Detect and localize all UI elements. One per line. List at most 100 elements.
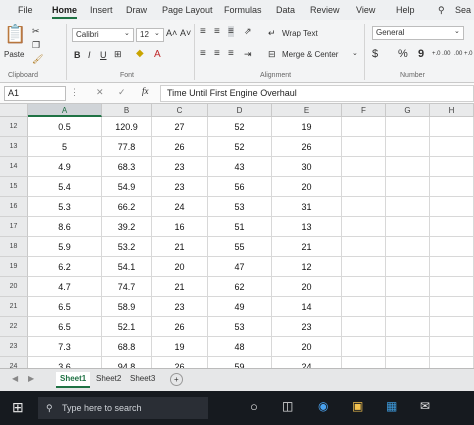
comma-button[interactable]: 9 bbox=[418, 48, 424, 60]
increase-decimal-button[interactable]: +.0 .00 bbox=[432, 51, 451, 57]
chevron-down-icon[interactable]: ⌄ bbox=[352, 49, 358, 57]
column-header-a[interactable]: A bbox=[28, 104, 102, 117]
name-box[interactable]: A1 bbox=[4, 86, 66, 101]
tab-data[interactable]: Data bbox=[276, 5, 295, 15]
tab-help[interactable]: Help bbox=[396, 5, 415, 15]
cell[interactable]: 6.5 bbox=[28, 297, 102, 317]
cell[interactable]: 66.2 bbox=[102, 197, 152, 217]
currency-button[interactable]: $ bbox=[372, 48, 378, 60]
paste-button[interactable]: Paste bbox=[4, 50, 24, 59]
cell[interactable] bbox=[342, 277, 386, 297]
row-header[interactable]: 18 bbox=[0, 237, 28, 257]
cell[interactable]: 74.7 bbox=[102, 277, 152, 297]
align-middle-icon[interactable]: ≡ bbox=[214, 26, 220, 37]
task-view-icon[interactable]: ◫ bbox=[282, 399, 293, 413]
cell[interactable]: 54.1 bbox=[102, 257, 152, 277]
cell[interactable]: 54.9 bbox=[102, 177, 152, 197]
merge-center-button[interactable]: Merge & Center bbox=[282, 50, 338, 59]
insert-function-button[interactable]: fx bbox=[142, 86, 149, 96]
cell[interactable]: 30 bbox=[272, 157, 342, 177]
cell[interactable] bbox=[342, 117, 386, 137]
align-center-icon[interactable]: ≡ bbox=[214, 48, 220, 59]
cell[interactable]: 120.9 bbox=[102, 117, 152, 137]
taskbar-search-box[interactable]: ⚲ Type here to search bbox=[38, 397, 208, 419]
cell[interactable] bbox=[342, 217, 386, 237]
cell[interactable]: 51 bbox=[208, 217, 272, 237]
cell[interactable]: 5.4 bbox=[28, 177, 102, 197]
cell[interactable]: 52.1 bbox=[102, 317, 152, 337]
align-bottom-icon[interactable]: ≡ bbox=[228, 26, 234, 37]
cell[interactable]: 68.3 bbox=[102, 157, 152, 177]
cell[interactable]: 7.3 bbox=[28, 337, 102, 357]
copy-icon[interactable]: ❐ bbox=[32, 40, 40, 51]
row-header[interactable]: 12 bbox=[0, 117, 28, 137]
cell[interactable] bbox=[342, 297, 386, 317]
cell[interactable] bbox=[430, 317, 474, 337]
search-icon[interactable]: ⚲ bbox=[438, 5, 445, 16]
format-painter-icon[interactable]: 🖌 bbox=[32, 54, 43, 65]
cut-icon[interactable]: ✂ bbox=[32, 26, 40, 37]
underline-button[interactable]: U bbox=[100, 50, 107, 60]
cell[interactable] bbox=[430, 117, 474, 137]
fill-color-icon[interactable]: ◆ bbox=[136, 48, 144, 59]
tab-file[interactable]: File bbox=[18, 5, 33, 15]
orientation-icon[interactable]: ⇗ bbox=[244, 26, 252, 37]
row-header[interactable]: 13 bbox=[0, 137, 28, 157]
cell[interactable] bbox=[386, 157, 430, 177]
cell[interactable] bbox=[342, 257, 386, 277]
windows-start-icon[interactable]: ⊞ bbox=[12, 399, 24, 416]
column-header-e[interactable]: E bbox=[272, 104, 342, 117]
cell[interactable]: 26 bbox=[272, 137, 342, 157]
cell[interactable]: 20 bbox=[272, 177, 342, 197]
cell[interactable] bbox=[342, 237, 386, 257]
align-right-icon[interactable]: ≡ bbox=[228, 48, 234, 59]
tab-review[interactable]: Review bbox=[310, 5, 340, 15]
cell[interactable]: 23 bbox=[152, 157, 208, 177]
sheet-tab-3[interactable]: Sheet3 bbox=[126, 372, 159, 386]
sheet-tab-2[interactable]: Sheet2 bbox=[92, 372, 125, 386]
cell[interactable] bbox=[342, 197, 386, 217]
row-header[interactable]: 15 bbox=[0, 177, 28, 197]
column-header-g[interactable]: G bbox=[386, 104, 430, 117]
shrink-font-button[interactable]: A˅ bbox=[180, 28, 191, 38]
cell[interactable]: 53 bbox=[208, 197, 272, 217]
cell[interactable]: 68.8 bbox=[102, 337, 152, 357]
cell[interactable] bbox=[430, 177, 474, 197]
grow-font-button[interactable]: A˄ bbox=[166, 28, 177, 38]
row-header[interactable]: 21 bbox=[0, 297, 28, 317]
cell[interactable]: 56 bbox=[208, 177, 272, 197]
cell[interactable] bbox=[430, 257, 474, 277]
tab-draw[interactable]: Draw bbox=[126, 5, 147, 15]
row-header[interactable]: 22 bbox=[0, 317, 28, 337]
cell[interactable]: 8.6 bbox=[28, 217, 102, 237]
cell[interactable]: 5 bbox=[28, 137, 102, 157]
italic-button[interactable]: I bbox=[88, 50, 91, 60]
row-header[interactable]: 23 bbox=[0, 337, 28, 357]
add-sheet-button[interactable]: + bbox=[170, 373, 183, 386]
cell[interactable]: 13 bbox=[272, 217, 342, 237]
cell[interactable] bbox=[386, 117, 430, 137]
cell[interactable]: 20 bbox=[272, 277, 342, 297]
font-size-select[interactable]: 12 ⌄ bbox=[136, 28, 164, 42]
cell[interactable]: 52 bbox=[208, 117, 272, 137]
cell[interactable]: 53 bbox=[208, 317, 272, 337]
cell[interactable] bbox=[342, 337, 386, 357]
cell[interactable]: 23 bbox=[152, 297, 208, 317]
tab-home[interactable]: Home bbox=[52, 5, 78, 19]
cell[interactable]: 43 bbox=[208, 157, 272, 177]
store-icon[interactable]: ▦ bbox=[386, 399, 397, 413]
row-header[interactable]: 16 bbox=[0, 197, 28, 217]
align-top-icon[interactable]: ≡ bbox=[200, 26, 206, 37]
wrap-text-button[interactable]: Wrap Text bbox=[282, 29, 318, 38]
cell[interactable] bbox=[386, 237, 430, 257]
cell[interactable] bbox=[342, 137, 386, 157]
merge-icon[interactable]: ⊟ bbox=[268, 49, 276, 60]
cell[interactable]: 53.2 bbox=[102, 237, 152, 257]
tab-view[interactable]: View bbox=[356, 5, 375, 15]
cell[interactable] bbox=[430, 297, 474, 317]
cell[interactable]: 21 bbox=[152, 237, 208, 257]
cell[interactable]: 52 bbox=[208, 137, 272, 157]
cortana-icon[interactable]: ○ bbox=[250, 399, 258, 414]
row-header[interactable]: 20 bbox=[0, 277, 28, 297]
cell[interactable]: 47 bbox=[208, 257, 272, 277]
